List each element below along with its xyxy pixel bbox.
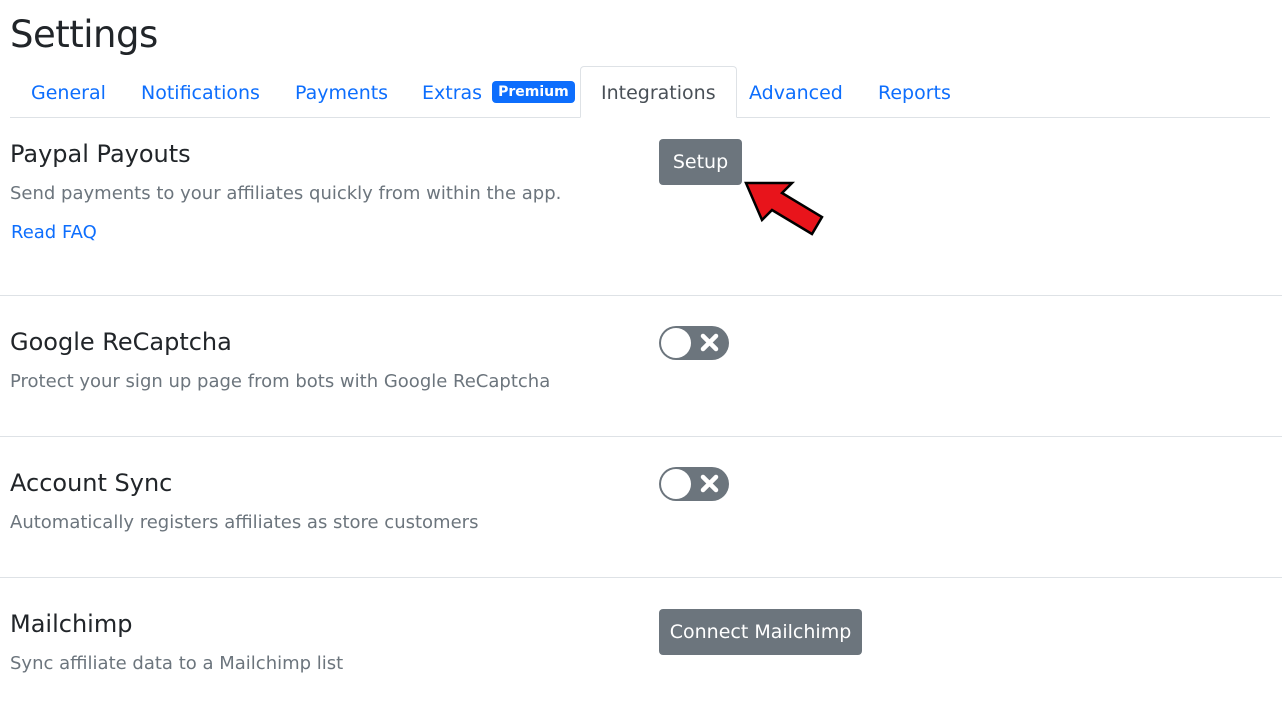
tab-label: Notifications <box>141 82 260 104</box>
tab-extras[interactable]: Extras Premium <box>422 66 575 118</box>
tab-reports[interactable]: Reports <box>878 66 951 118</box>
section-title: Mailchimp <box>10 610 133 638</box>
tab-label: Payments <box>295 82 389 104</box>
section-divider <box>0 577 1282 578</box>
tab-label: Integrations <box>601 82 716 104</box>
page-title: Settings <box>10 13 158 56</box>
section-description: Sync affiliate data to a Mailchimp list <box>10 653 344 674</box>
recaptcha-toggle[interactable] <box>659 326 729 360</box>
toggle-knob <box>661 328 691 358</box>
settings-tabs: General Notifications Payments Extras Pr… <box>10 66 1270 118</box>
arrow-pointer-icon <box>744 181 824 236</box>
tab-label: Advanced <box>749 82 843 104</box>
tab-integrations[interactable]: Integrations <box>580 66 737 118</box>
section-description: Automatically registers affiliates as st… <box>10 512 479 533</box>
section-description: Protect your sign up page from bots with… <box>10 371 551 392</box>
close-icon <box>700 333 719 352</box>
section-divider <box>0 295 1282 296</box>
tab-notifications[interactable]: Notifications <box>141 66 260 118</box>
section-title: Paypal Payouts <box>10 140 191 168</box>
read-faq-link[interactable]: Read FAQ <box>11 221 97 245</box>
section-title: Account Sync <box>10 469 173 497</box>
tab-label: Extras <box>422 82 483 104</box>
paypal-setup-button[interactable]: Setup <box>659 139 742 185</box>
close-icon <box>700 474 719 493</box>
tab-advanced[interactable]: Advanced <box>749 66 843 118</box>
premium-badge: Premium <box>492 80 575 103</box>
tab-label: General <box>31 82 106 104</box>
toggle-knob <box>661 469 691 499</box>
section-divider <box>0 436 1282 437</box>
tab-general[interactable]: General <box>31 66 106 118</box>
tab-payments[interactable]: Payments <box>295 66 388 118</box>
tab-label: Reports <box>878 82 951 104</box>
account-sync-toggle[interactable] <box>659 467 729 501</box>
connect-mailchimp-button[interactable]: Connect Mailchimp <box>659 609 862 655</box>
section-title: Google ReCaptcha <box>10 328 232 356</box>
section-description: Send payments to your affiliates quickly… <box>10 183 562 204</box>
